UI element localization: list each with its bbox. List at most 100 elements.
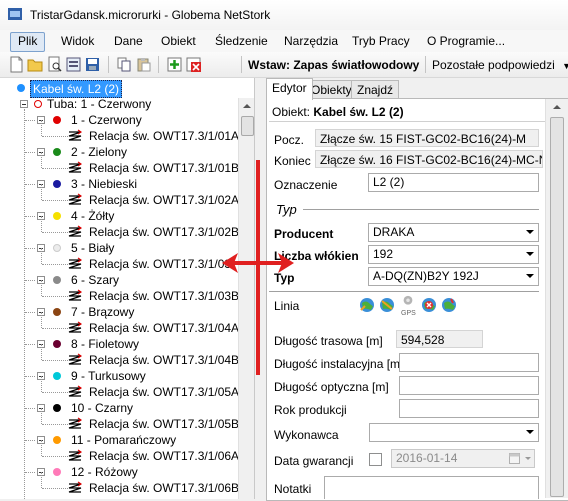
object-name: Kabel św. L2 (2) xyxy=(313,105,404,119)
tree-guide-line xyxy=(41,184,42,200)
new-document-icon[interactable] xyxy=(8,56,25,73)
fiber-label: 9 - Turkusowy xyxy=(71,369,146,383)
divider xyxy=(303,209,539,210)
notatki-label: Notatki xyxy=(274,482,312,496)
tree-guide-line xyxy=(41,248,42,264)
pane-splitter[interactable] xyxy=(255,78,263,499)
right-pane: Edytor Obiekty Znajdź Obiekt: Kabel św. … xyxy=(263,78,568,501)
relation-label: Relacja św. OWT17.3/1/01B-S xyxy=(89,161,252,175)
tree-guide-line xyxy=(42,424,68,425)
editor-scrollbar[interactable] xyxy=(545,99,568,498)
wykonawca-select[interactable] xyxy=(369,423,539,442)
tree-guide-line xyxy=(42,456,68,457)
globe-delete-icon[interactable] xyxy=(421,297,437,313)
relation-label: Relacja św. OWT17.3/1/02B-S xyxy=(89,225,252,239)
tube-icon xyxy=(34,100,42,108)
liczba-wlokien-select[interactable]: 192 xyxy=(368,245,539,264)
data-gwarancji-value: 2016-01-14 xyxy=(396,451,458,465)
notatki-textarea[interactable] xyxy=(324,476,539,499)
copy-icon[interactable] xyxy=(116,56,133,73)
relation-label: Relacja św. OWT17.3/1/03B-C xyxy=(89,289,252,303)
relation-label: Relacja św. OWT17.3/1/04B-C xyxy=(89,353,252,367)
fiber-color-icon xyxy=(53,212,61,220)
object-header: Obiekt: Kabel św. L2 (2) xyxy=(272,105,404,119)
save-icon[interactable] xyxy=(84,56,101,73)
tree-guide-line xyxy=(42,136,68,137)
add-object-icon[interactable] xyxy=(166,56,183,73)
cable-icon xyxy=(17,84,25,92)
rok-produkcji-label: Rok produkcji xyxy=(274,403,347,417)
fiber-color-icon xyxy=(53,116,61,124)
menu-dane[interactable]: Dane xyxy=(107,32,150,50)
data-gwarancji-checkbox[interactable] xyxy=(369,453,382,466)
tree-guide-line xyxy=(25,344,35,345)
producent-label: Producent xyxy=(274,227,334,241)
menu-narzedzia[interactable]: Narzędzia xyxy=(277,32,345,50)
window-title: TristarGdansk.microrurki - Globema NetSt… xyxy=(30,8,271,22)
rok-produkcji-input[interactable] xyxy=(399,399,539,418)
properties-icon[interactable] xyxy=(65,56,82,73)
wykonawca-label: Wykonawca xyxy=(274,428,339,442)
scroll-up-button[interactable] xyxy=(239,98,254,114)
print-preview-icon[interactable] xyxy=(46,56,63,73)
toolbar-separator xyxy=(158,56,159,73)
divider xyxy=(269,121,562,122)
paste-icon[interactable] xyxy=(135,56,152,73)
typ-section-title: Typ xyxy=(276,202,297,217)
tree-guide-line xyxy=(42,328,68,329)
menu-bar: Plik Widok Dane Obiekt Śledzenie Narzędz… xyxy=(0,30,568,52)
object-tree[interactable]: Kabel św. L2 (2) Tuba: 1 - Czerwony 1 - … xyxy=(0,78,255,499)
scroll-thumb[interactable] xyxy=(550,117,564,497)
relation-icon xyxy=(68,225,82,237)
pocz-field: Złącze św. 15 FIST-GC02-BC16(24)-M xyxy=(315,129,539,147)
globe-route-icon[interactable] xyxy=(379,297,395,313)
collapse-icon[interactable] xyxy=(20,100,28,108)
gps-icon[interactable] xyxy=(401,295,415,309)
divider xyxy=(269,291,539,292)
relation-icon xyxy=(68,193,82,205)
dlugosc-optyczna-label: Długość optyczna [m] xyxy=(274,380,389,394)
delete-object-icon[interactable] xyxy=(185,56,202,73)
menu-widok[interactable]: Widok xyxy=(54,32,101,50)
dlugosc-instalacyjna-label: Długość instalacyjna [m] xyxy=(274,357,404,371)
globe-line-icon[interactable] xyxy=(359,297,375,313)
insert-hint-label[interactable]: Wstaw: Zapas światłowodowy xyxy=(248,58,419,72)
object-prefix: Obiekt: xyxy=(272,105,311,119)
menu-sledzenie[interactable]: Śledzenie xyxy=(208,32,275,50)
chevron-down-icon xyxy=(526,230,534,234)
chevron-down-icon: ▼ xyxy=(562,61,568,71)
data-gwarancji-label: Data gwarancji xyxy=(274,454,354,468)
dlugosc-optyczna-input[interactable] xyxy=(399,376,539,395)
oznaczenie-input[interactable]: L2 (2) xyxy=(368,173,539,192)
menu-tryb-pracy[interactable]: Tryb Pracy xyxy=(345,32,417,50)
producent-select[interactable]: DRAKA xyxy=(368,223,539,242)
menu-plik[interactable]: Plik xyxy=(10,32,46,52)
tree-guide-line xyxy=(41,344,42,360)
open-folder-icon[interactable] xyxy=(27,56,44,73)
koniec-field: Złącze św. 16 FIST-GC02-BC16(24)-MC-NV xyxy=(315,150,543,168)
dlugosc-trasowa-label: Długość trasowa [m] xyxy=(274,334,383,348)
fiber-label: 4 - Żółty xyxy=(71,209,115,223)
typ-select[interactable]: A-DQ(ZN)B2Y 192J xyxy=(368,267,539,286)
chevron-up-icon xyxy=(553,105,561,109)
dlugosc-trasowa-field: 594,528 xyxy=(396,330,483,348)
scroll-thumb[interactable] xyxy=(241,116,254,136)
tree-guide-line xyxy=(42,264,68,265)
tree-guide-line xyxy=(25,152,35,153)
tree-guide-line xyxy=(25,440,35,441)
menu-o-programie[interactable]: O Programie... xyxy=(420,32,512,50)
fiber-color-icon xyxy=(53,468,61,476)
tab-obiekty[interactable]: Obiekty xyxy=(305,80,358,99)
other-hints-dropdown[interactable]: Pozostałe podpowiedzi ▼ xyxy=(432,58,568,72)
relation-icon xyxy=(68,417,82,429)
toolbar-separator xyxy=(425,56,426,73)
producent-value: DRAKA xyxy=(373,225,415,239)
fiber-label: 6 - Szary xyxy=(71,273,120,287)
tree-scrollbar[interactable] xyxy=(238,98,254,499)
fiber-color-icon xyxy=(53,276,61,284)
tab-edytor[interactable]: Edytor xyxy=(266,78,313,100)
globe-icon[interactable] xyxy=(441,297,457,313)
tab-znajdz[interactable]: Znajdź xyxy=(351,80,400,99)
dlugosc-instalacyjna-input[interactable] xyxy=(399,353,539,372)
menu-obiekt[interactable]: Obiekt xyxy=(154,32,203,50)
